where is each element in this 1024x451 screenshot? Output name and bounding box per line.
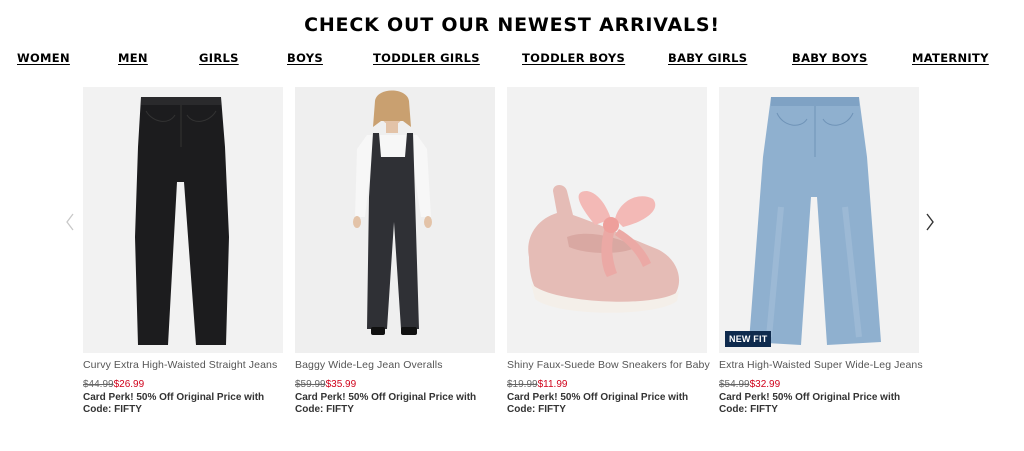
- card-perk-promo: Card Perk! 50% Off Original Price with C…: [83, 392, 265, 415]
- product-card[interactable]: NEW FIT Extra High-Waisted Super Wide-Le…: [719, 87, 923, 416]
- sale-price: $32.99: [749, 379, 781, 390]
- product-card[interactable]: Curvy Extra High-Waisted Straight Jeans …: [83, 87, 283, 416]
- overalls-model-image: [295, 87, 495, 353]
- card-perk-promo: Card Perk! 50% Off Original Price with C…: [719, 392, 901, 415]
- original-price: $54.99: [719, 379, 750, 390]
- nav-link-maternity[interactable]: MATERNITY: [912, 51, 989, 65]
- product-image-model-overalls[interactable]: [295, 87, 495, 353]
- category-nav: WOMEN MEN GIRLS BOYS TODDLER GIRLS TODDL…: [0, 51, 1024, 69]
- sale-price: $35.99: [325, 379, 357, 390]
- carousel-next-button[interactable]: [921, 207, 939, 237]
- product-title[interactable]: Curvy Extra High-Waisted Straight Jeans: [83, 359, 283, 371]
- card-perk-promo: Card Perk! 50% Off Original Price with C…: [295, 392, 477, 415]
- product-image-pink-baby-sneaker[interactable]: [507, 87, 707, 353]
- carousel-prev-button[interactable]: [61, 207, 79, 237]
- nav-link-women[interactable]: WOMEN: [17, 51, 70, 65]
- chevron-right-icon: [926, 213, 934, 231]
- product-title[interactable]: Baggy Wide-Leg Jean Overalls: [295, 359, 495, 371]
- nav-link-boys[interactable]: BOYS: [287, 51, 323, 65]
- product-image-light-blue-jeans[interactable]: NEW FIT: [719, 87, 919, 353]
- original-price: $19.99: [507, 379, 538, 390]
- nav-link-toddler-girls[interactable]: TODDLER GIRLS: [373, 51, 480, 65]
- nav-link-toddler-boys[interactable]: TODDLER BOYS: [522, 51, 625, 65]
- product-card[interactable]: Baggy Wide-Leg Jean Overalls $59.99$35.9…: [295, 87, 495, 416]
- sale-price: $26.99: [113, 379, 145, 390]
- product-price: $59.99$35.99: [295, 379, 495, 390]
- product-title[interactable]: Shiny Faux-Suede Bow Sneakers for Baby: [507, 359, 710, 371]
- product-price: $19.99$11.99: [507, 379, 707, 390]
- jeans-image: [135, 97, 229, 345]
- sneaker-image: [528, 185, 680, 313]
- product-price: $54.99$32.99: [719, 379, 919, 390]
- card-perk-promo: Card Perk! 50% Off Original Price with C…: [507, 392, 689, 415]
- product-image-black-jeans[interactable]: [83, 87, 283, 353]
- product-title[interactable]: Extra High-Waisted Super Wide-Leg Jeans: [719, 359, 923, 371]
- new-fit-badge: NEW FIT: [725, 331, 772, 347]
- chevron-left-icon: [66, 213, 74, 231]
- nav-link-girls[interactable]: GIRLS: [199, 51, 239, 65]
- original-price: $59.99: [295, 379, 326, 390]
- product-card[interactable]: Shiny Faux-Suede Bow Sneakers for Baby $…: [507, 87, 710, 416]
- sale-price: $11.99: [537, 379, 568, 390]
- product-price: $44.99$26.99: [83, 379, 283, 390]
- original-price: $44.99: [83, 379, 114, 390]
- nav-link-baby-girls[interactable]: BABY GIRLS: [668, 51, 747, 65]
- jeans-image: [749, 97, 881, 345]
- nav-link-baby-boys[interactable]: BABY BOYS: [792, 51, 868, 65]
- page-headline: CHECK OUT OUR NEWEST ARRIVALS!: [304, 14, 720, 36]
- nav-link-men[interactable]: MEN: [118, 51, 148, 65]
